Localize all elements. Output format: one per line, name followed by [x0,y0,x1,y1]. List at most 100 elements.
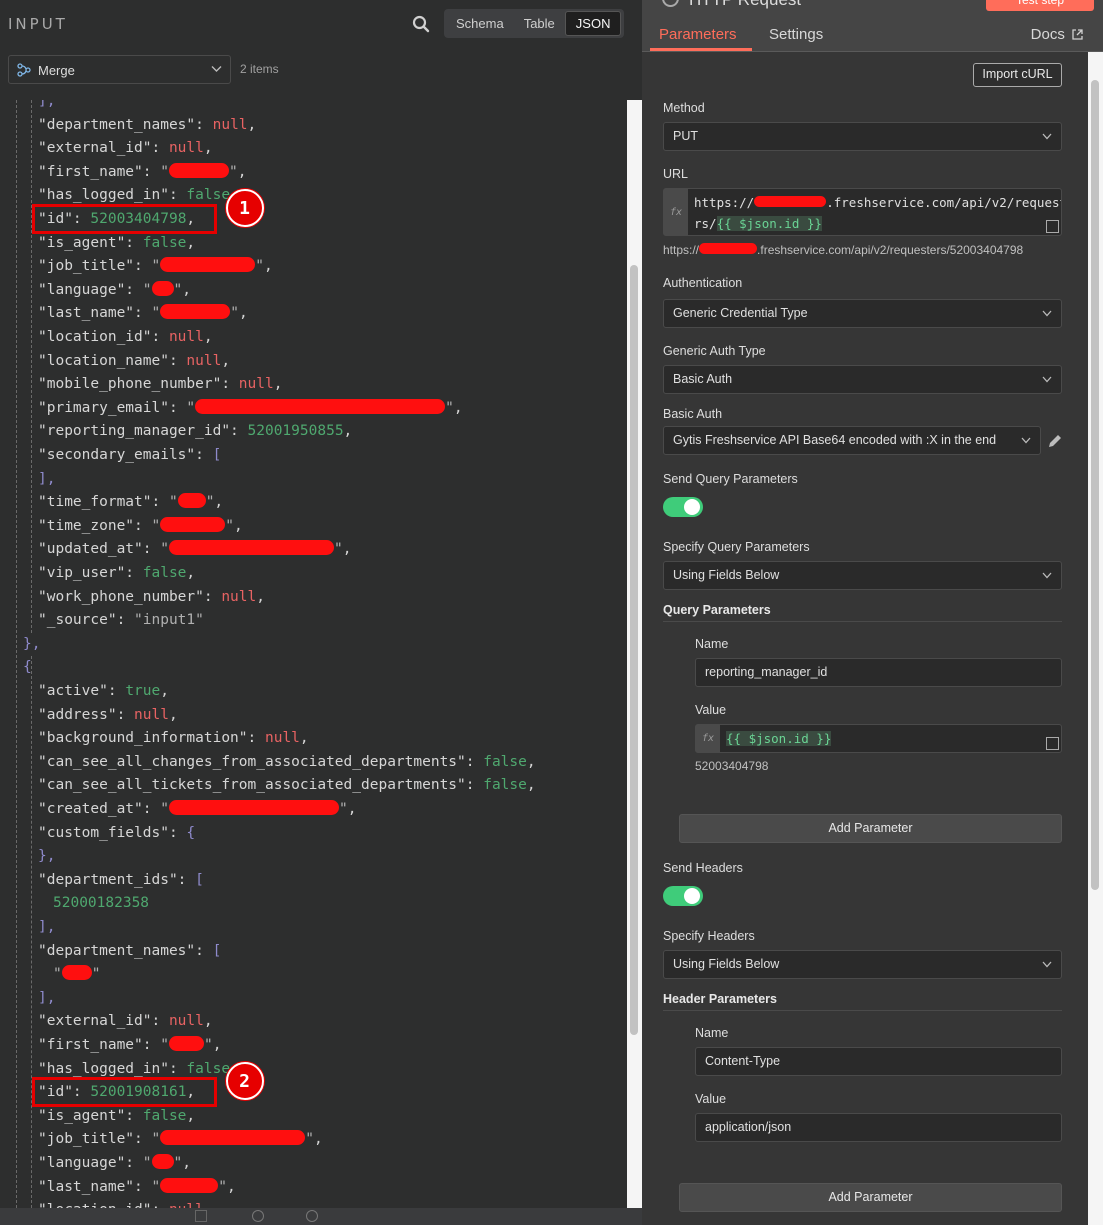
json-token: , [237,163,247,180]
json-line: "can_see_all_tickets_from_associated_dep… [38,774,536,796]
redaction-mark [61,965,92,981]
url-input[interactable]: fx https://.freshservice.com/api/v2/requ… [663,188,1062,236]
json-token: null [168,1013,204,1030]
json-token: "updated_at": [38,541,161,558]
scrollbar-thumb[interactable] [630,265,638,1035]
tab-parameters[interactable]: Parameters [659,26,737,43]
input-header: INPUT Schema Table JSON [0,0,642,50]
specify-query-parameters-value: Using Fields Below [673,568,780,582]
specify-query-parameters-select[interactable]: Using Fields Below [663,561,1062,590]
test-step-button[interactable]: Test step [986,0,1094,11]
json-token: , [214,494,224,511]
json-token: [ [212,447,222,463]
json-line: "location_id": null, [38,326,213,348]
scrollbar-thumb[interactable] [1091,80,1099,890]
basic-auth-credential-select[interactable]: Gytis Freshservice API Base64 encoded wi… [663,426,1041,455]
json-line: "job_title": " ", [38,1128,323,1150]
authentication-select-value: Generic Credential Type [673,306,808,320]
view-json-button[interactable]: JSON [564,11,622,36]
fit-view-icon[interactable] [195,1210,207,1222]
json-token: "_source": [38,612,135,629]
input-node-select-value: Merge [38,63,75,78]
search-icon[interactable] [412,15,430,33]
json-line: "last_name": " ", [38,302,248,324]
docs-link[interactable]: Docs [1031,26,1083,43]
json-token: false [142,565,187,581]
json-token: [ [212,942,222,959]
redaction-mark [168,162,229,178]
json-token: "department_ids": [38,871,196,888]
zoom-out-icon[interactable] [306,1210,318,1222]
view-mode-toggle: Schema Table JSON [444,9,624,38]
json-token: "is_agent": [38,1107,143,1124]
json-line: "first_name": " ", [38,161,246,183]
json-token: false [186,187,231,204]
view-schema-button[interactable]: Schema [446,11,514,36]
json-token: , [233,517,243,534]
json-token: "first_name": [38,1037,161,1053]
json-line: "created_at": " ", [38,798,356,820]
import-curl-button[interactable]: Import cURL [973,63,1062,87]
panel-title: INPUT [8,15,68,33]
json-token: " [168,494,178,511]
json-token: ], [38,470,56,487]
json-token: "first_name": [38,163,161,180]
authentication-select[interactable]: Generic Credential Type [663,299,1062,328]
redaction-mark [168,1036,204,1051]
json-token: , [299,730,309,747]
send-headers-toggle[interactable] [663,886,703,906]
method-select[interactable]: PUT [663,122,1062,151]
specify-headers-label: Specify Headers [663,929,755,943]
view-table-button[interactable]: Table [514,11,565,36]
chevron-down-icon [211,66,222,72]
send-query-parameters-toggle[interactable] [663,497,703,517]
zoom-in-icon[interactable] [252,1210,264,1222]
json-token: "external_id": [38,140,169,157]
json-line: "address": null, [38,704,178,726]
json-token: , [186,234,196,251]
json-line: "language": " ", [38,1152,191,1174]
input-node-select[interactable]: Merge [8,55,231,84]
method-select-value: PUT [673,129,698,143]
annotation-highlight-box [32,1077,217,1108]
specify-headers-select[interactable]: Using Fields Below [663,950,1062,979]
generic-auth-type-select[interactable]: Basic Auth [663,365,1062,394]
header-value-input[interactable]: application/json [695,1113,1062,1142]
json-token: " [305,1131,314,1148]
json-token: " [228,163,238,180]
json-token: false [186,1060,231,1077]
json-line: "department_names": [ [38,940,221,962]
expand-icon[interactable] [1046,220,1059,233]
json-token: , [313,1131,323,1148]
json-token: " [230,305,239,322]
query-value-label: Value [695,703,727,717]
json-line: "language": " ", [38,279,191,301]
query-value-input[interactable]: fx {{ $json.id }} [695,724,1062,753]
send-headers-label: Send Headers [663,861,743,875]
json-token: , [238,305,248,322]
json-token: , [168,706,178,723]
pencil-icon[interactable] [1047,433,1063,449]
input-panel: INPUT Schema Table JSON Merge 2 items ],… [0,0,642,1225]
query-name-input[interactable]: reporting_manager_id [695,658,1062,687]
external-link-icon [1072,29,1083,40]
json-viewer[interactable]: ], "department_names": null, "external_id"… [0,100,626,1208]
json-token: ], [38,989,56,1006]
json-token: " [160,801,169,817]
json-token: "reporting_manager_id": [38,423,248,440]
json-token: "department_names": [38,116,213,133]
header-name-input[interactable]: Content-Type [695,1047,1062,1076]
indent-guide [31,656,32,1208]
add-query-parameter-button[interactable]: Add Parameter [679,814,1062,843]
json-token: , [343,423,353,440]
json-line: "can_see_all_changes_from_associated_dep… [38,751,536,773]
query-name-label: Name [695,637,729,651]
add-header-parameter-button[interactable]: Add Parameter [679,1183,1062,1212]
json-line: "job_title": " ", [38,255,273,277]
json-token: "created_at": [38,801,161,817]
json-line: "_source": "input1" [38,609,204,631]
expand-icon[interactable] [1046,737,1059,750]
json-token: "time_zone": [38,517,152,534]
json-token: null [238,376,274,393]
tab-settings[interactable]: Settings [769,26,823,43]
